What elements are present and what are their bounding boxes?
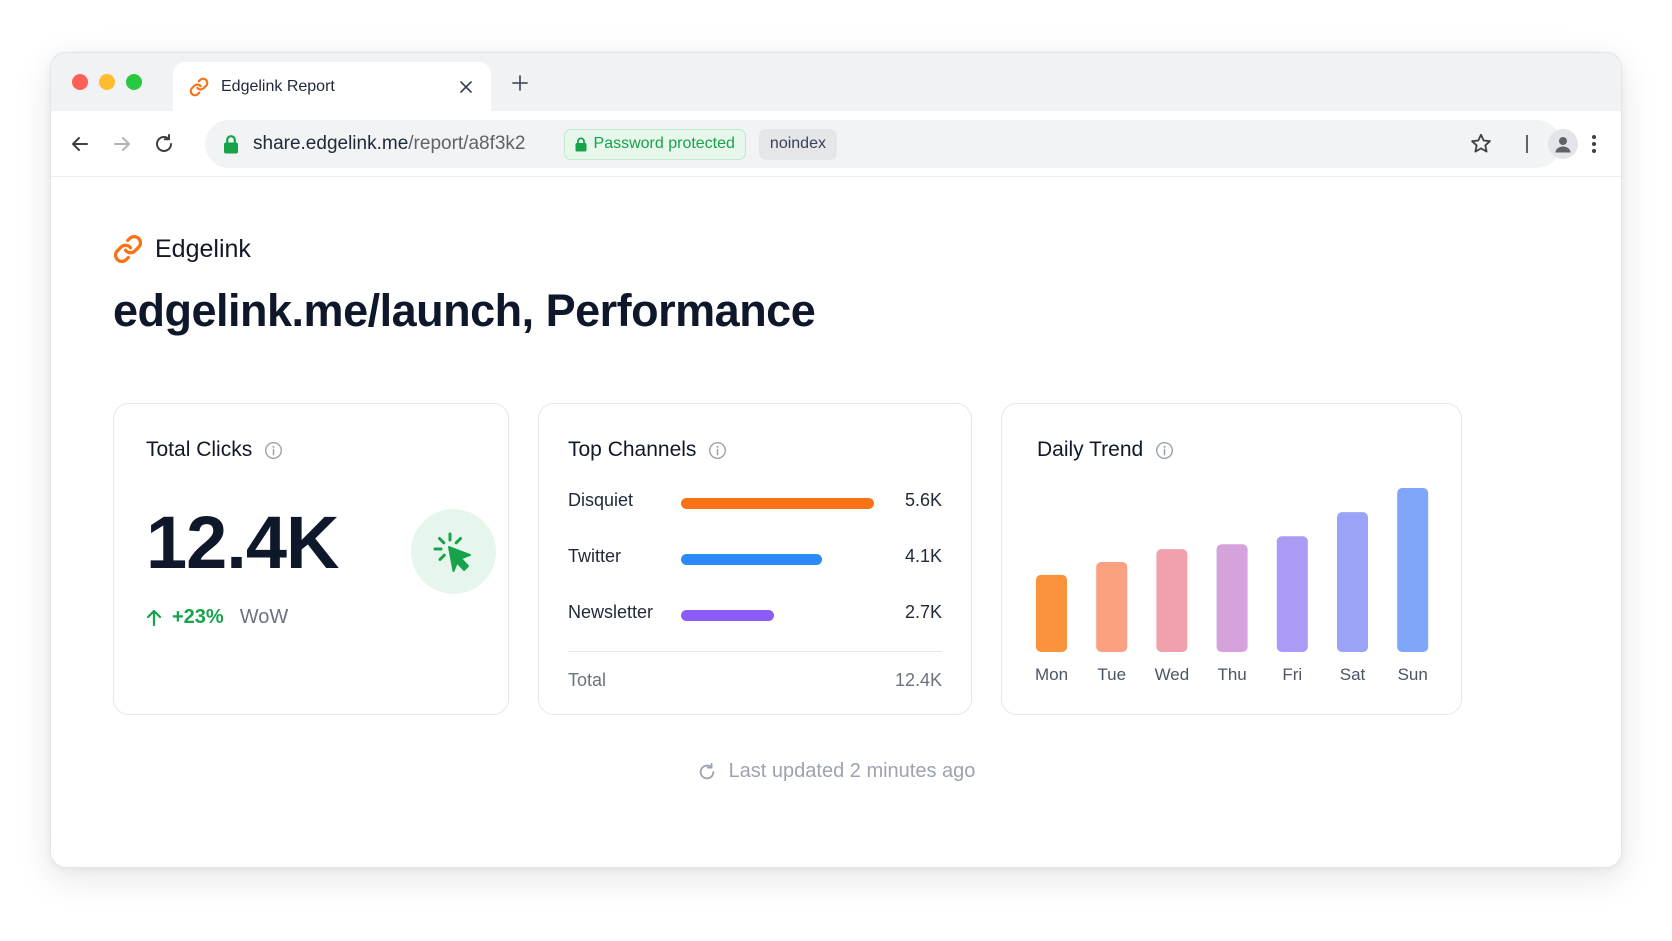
trend-bar-wed — [1156, 549, 1188, 652]
total-clicks-value: 12.4K — [146, 501, 339, 584]
channel-bar-track — [681, 610, 874, 621]
footer: Last updated 2 minutes ago — [51, 760, 1621, 783]
total-value: 12.4K — [894, 670, 942, 690]
info-icon[interactable] — [708, 441, 727, 460]
day-label-sun: Sun — [1398, 665, 1428, 684]
tab-title: Edgelink Report — [221, 77, 335, 95]
delta-row: +23% WoW — [146, 606, 288, 629]
day-label-mon: Mon — [1035, 665, 1068, 684]
trend-bar-sun — [1397, 488, 1429, 652]
total-row: Total 12.4K — [568, 670, 942, 694]
day-label-wed: Wed — [1155, 665, 1190, 684]
browser-toolbar: share.edgelink.me/report/a8f3k2 Password… — [51, 111, 1621, 177]
lock-icon — [575, 137, 587, 152]
channel-name: Twitter — [568, 546, 622, 566]
card-header: Total Clicks — [146, 438, 283, 462]
tab-edgelink-report[interactable]: Edgelink Report — [173, 62, 491, 111]
delta-value: +23% — [172, 606, 224, 628]
info-icon[interactable] — [264, 441, 283, 460]
total-clicks-card: Total Clicks 12.4K +23% WoW — [113, 403, 509, 715]
delta-label: WoW — [239, 606, 289, 628]
day-label-sat: Sat — [1340, 665, 1366, 684]
brand-header: Edgelink — [113, 234, 251, 264]
back-arrow-icon[interactable] — [67, 131, 93, 157]
url-host: share.edgelink.me — [253, 133, 409, 154]
channel-value: 4.1K — [904, 546, 942, 566]
trend-bar-fri — [1276, 536, 1308, 652]
forward-arrow-icon[interactable] — [109, 131, 135, 157]
refresh-icon[interactable] — [697, 762, 717, 782]
channel-row-twitter: Twitter 4.1K — [568, 546, 942, 570]
last-updated-text: Last updated 2 minutes ago — [728, 760, 976, 782]
maximize-window-button[interactable] — [126, 74, 142, 90]
total-clicks-title: Total Clicks — [146, 438, 253, 461]
day-label-fri: Fri — [1282, 665, 1302, 684]
noindex-badge[interactable]: noindex — [758, 128, 837, 160]
trend-bar-mon — [1036, 574, 1067, 652]
channel-bar-track — [681, 554, 874, 565]
cursor-click-icon — [411, 509, 496, 594]
page-title: edgelink.me/launch, Performance — [113, 285, 816, 336]
top-channels-card: Top Channels Disquiet 5.6K Twitter 4.1K … — [538, 403, 972, 715]
close-window-button[interactable] — [72, 74, 88, 90]
channel-bar — [681, 610, 775, 621]
bookmark-star-icon[interactable] — [1469, 132, 1493, 156]
trend-bar-sat — [1337, 512, 1368, 652]
day-label-thu: Thu — [1217, 665, 1246, 684]
daily-trend-card: Daily Trend Mon Tue Wed Thu Fri Sat Sun — [1001, 403, 1462, 715]
toolbar-separator — [1526, 135, 1528, 153]
more-menu-icon[interactable] — [1587, 132, 1601, 156]
password-protected-label: Password protected — [593, 135, 735, 152]
password-protected-badge[interactable]: Password protected — [563, 128, 746, 160]
channel-bar — [681, 498, 874, 509]
address-bar[interactable]: share.edgelink.me/report/a8f3k2 Password… — [205, 120, 1561, 168]
daily-trend-chart: Mon Tue Wed Thu Fri Sat Sun — [1035, 488, 1429, 684]
channel-row-disquiet: Disquiet 5.6K — [568, 490, 942, 514]
window-controls — [72, 74, 142, 90]
profile-avatar-icon[interactable] — [1548, 129, 1578, 159]
trend-bar-thu — [1216, 544, 1248, 652]
channel-bar — [681, 554, 823, 565]
close-tab-icon[interactable] — [455, 76, 477, 98]
lock-icon — [223, 134, 239, 154]
arrow-up-icon — [146, 609, 162, 627]
total-label: Total — [568, 670, 607, 690]
link-logo-icon — [113, 234, 143, 264]
top-channels-title: Top Channels — [568, 438, 697, 461]
url-path: /report/a8f3k2 — [408, 133, 526, 154]
link-logo-icon — [189, 77, 209, 97]
minimize-window-button[interactable] — [99, 74, 115, 90]
channel-name: Newsletter — [568, 602, 654, 622]
channel-row-newsletter: Newsletter 2.7K — [568, 602, 942, 626]
day-label-tue: Tue — [1097, 665, 1126, 684]
channel-value: 5.6K — [904, 490, 942, 510]
tab-bar: Edgelink Report — [51, 53, 1621, 111]
channel-value: 2.7K — [904, 602, 942, 622]
channel-bar-track — [681, 498, 874, 509]
browser-window: Edgelink Report share.edgelink.me/report… — [50, 52, 1622, 868]
reload-icon[interactable] — [151, 131, 177, 157]
card-header: Top Channels — [568, 438, 727, 462]
channel-name: Disquiet — [568, 490, 634, 510]
divider — [568, 651, 942, 652]
new-tab-plus-icon[interactable] — [508, 71, 532, 95]
brand-name: Edgelink — [155, 234, 251, 263]
url-text[interactable]: share.edgelink.me/report/a8f3k2 — [253, 133, 526, 155]
trend-bar-tue — [1096, 561, 1128, 652]
